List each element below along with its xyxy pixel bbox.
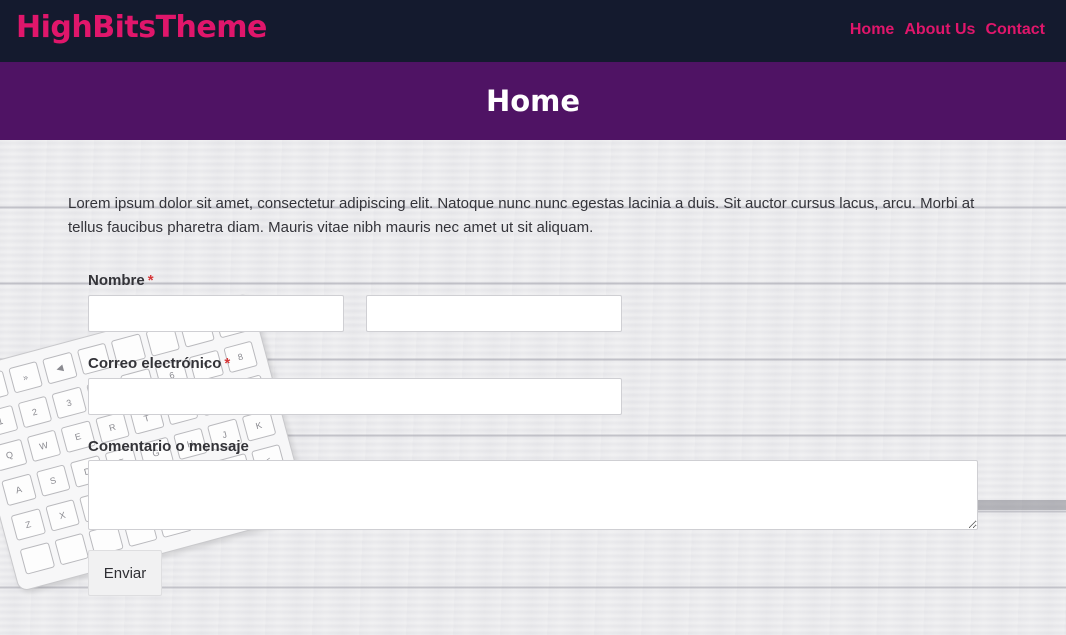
keyboard-key: 1 (0, 404, 18, 438)
page-content: «»◀12345678QWERTYUIASDFGHJKZXCVBNM< Lore… (0, 140, 1066, 635)
email-label-text: Correo electrónico (88, 355, 222, 372)
first-name-input[interactable] (88, 295, 344, 332)
message-field-label: Comentario o mensaje (88, 438, 249, 455)
page-title-banner: Home (0, 62, 1066, 140)
top-navbar: HighBitsTheme Home About Us Contact (0, 0, 1066, 62)
keyboard-key: 3 (51, 386, 87, 419)
nav-link-about-us[interactable]: About Us (904, 21, 975, 39)
keyboard-key: Q (0, 439, 28, 472)
keyboard-key: « (0, 370, 9, 403)
email-input[interactable] (88, 378, 622, 415)
last-name-input[interactable] (366, 295, 622, 332)
site-logo[interactable]: HighBitsTheme (16, 10, 267, 45)
submit-button[interactable]: Enviar (88, 550, 162, 596)
name-field-label: Nombre * (88, 272, 154, 289)
page-title: Home (485, 84, 581, 118)
main-nav: Home About Us Contact (850, 21, 1045, 39)
keyboard-key: » (7, 360, 43, 394)
email-field-label: Correo electrónico * (88, 355, 230, 372)
keyboard-key: 2 (16, 395, 53, 429)
keyboard-key: ◀ (42, 351, 78, 385)
nav-link-home[interactable]: Home (850, 21, 894, 39)
intro-paragraph: Lorem ipsum dolor sit amet, consectetur … (68, 195, 975, 236)
required-asterisk: * (224, 355, 231, 372)
message-textarea[interactable] (88, 460, 978, 530)
keyboard-key (19, 542, 55, 576)
required-asterisk: * (147, 272, 154, 289)
keyboard-key: Z (10, 507, 46, 541)
keyboard-key (53, 533, 90, 566)
name-label-text: Nombre (88, 272, 145, 289)
keyboard-key: W (26, 429, 62, 463)
keyboard-key: A (1, 473, 37, 507)
keyboard-key: S (35, 464, 71, 498)
nav-link-contact[interactable]: Contact (985, 21, 1045, 39)
keyboard-key: X (44, 498, 80, 532)
